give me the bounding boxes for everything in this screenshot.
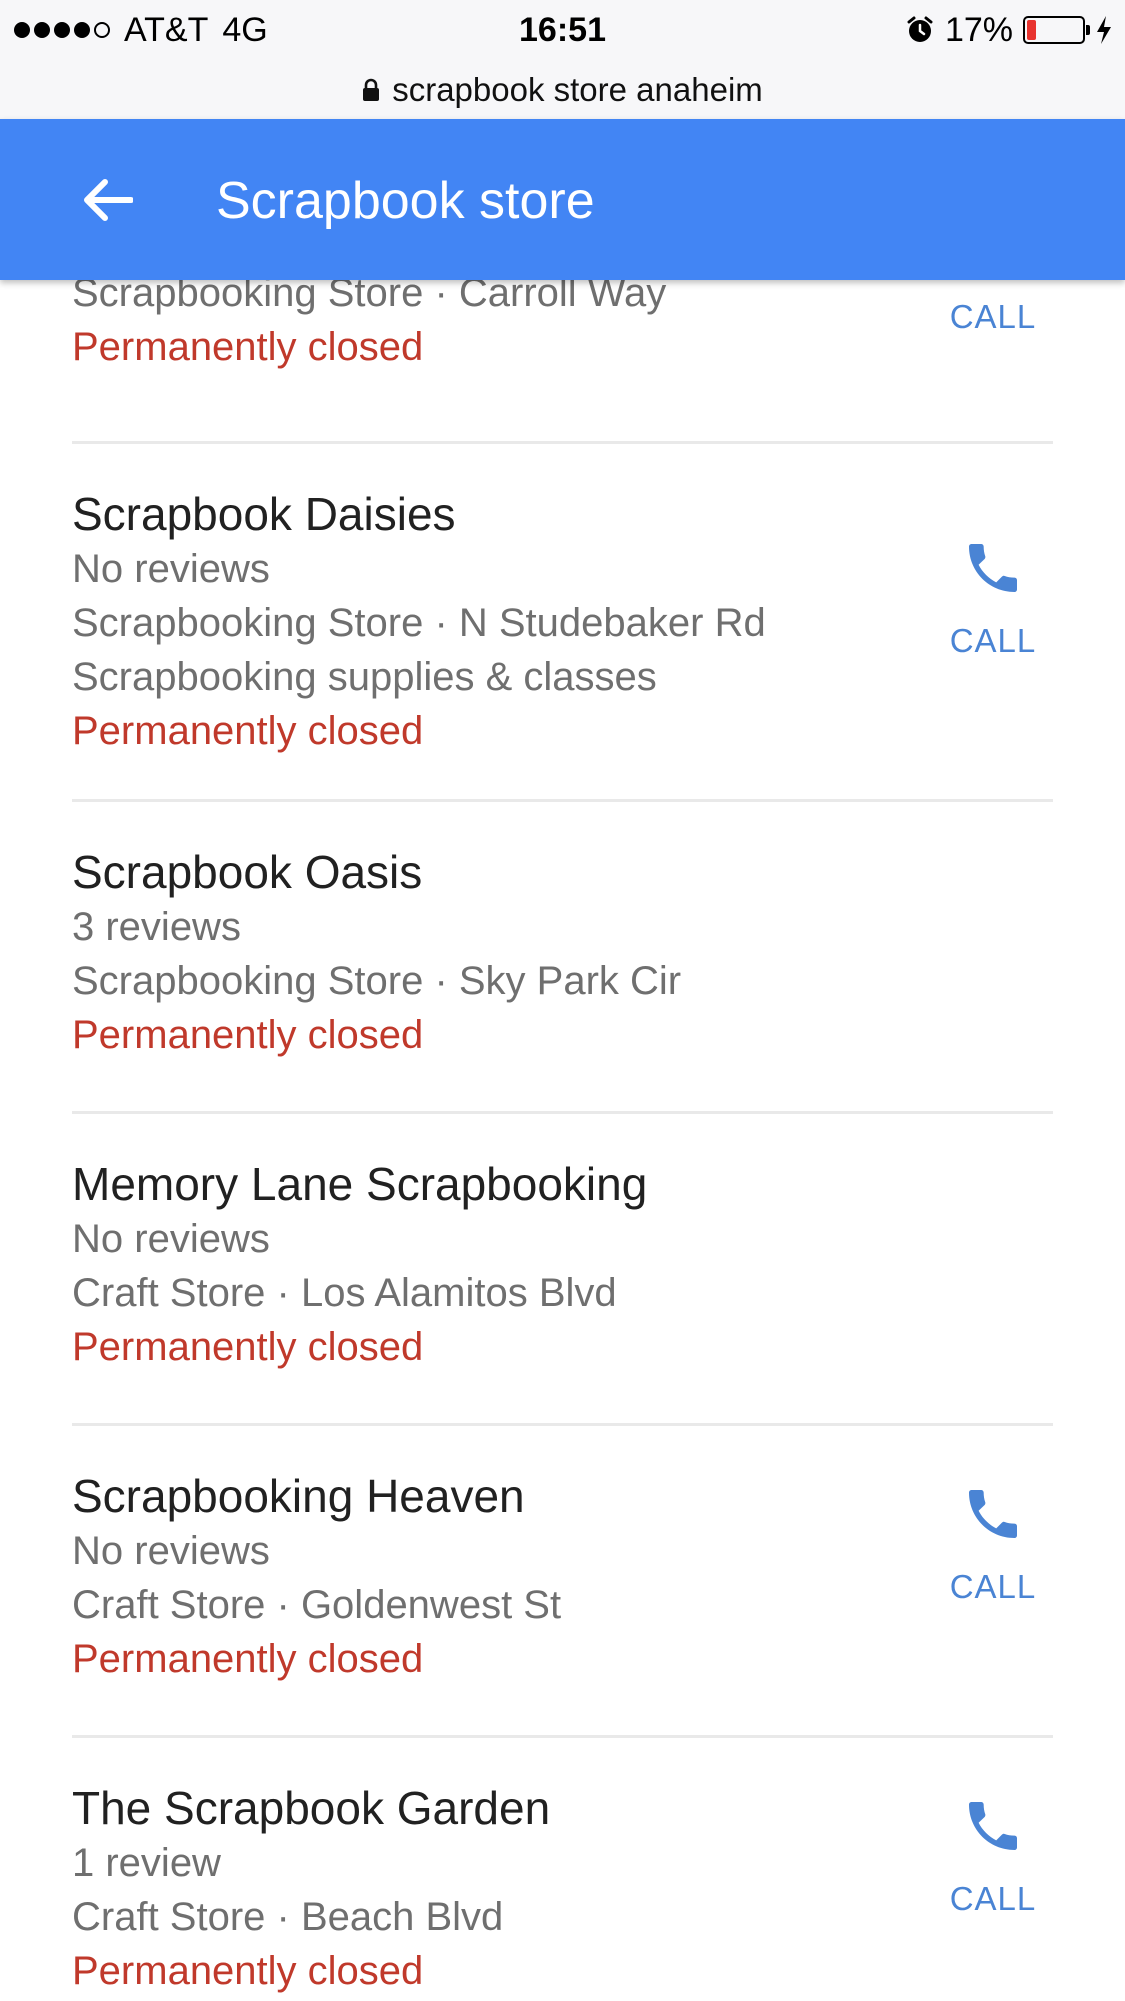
business-name: Scrapbook Oasis xyxy=(72,846,423,898)
list-item-info: Scrapbooking Store · Carroll Way Permane… xyxy=(72,280,892,374)
list-item-info: Scrapbook Daisies No reviews Scrapbookin… xyxy=(72,486,892,758)
status-right-group: 17% xyxy=(905,10,1113,50)
list-item-info: Memory Lane Scrapbooking No reviews Craf… xyxy=(72,1156,892,1374)
call-label: CALL xyxy=(949,1880,1037,1917)
business-category-address: Scrapbooking Store · N Studebaker Rd xyxy=(72,601,766,645)
status-closed: Permanently closed xyxy=(72,709,424,753)
business-category-address: Craft Store · Goldenwest St xyxy=(72,1583,562,1627)
review-count: No reviews xyxy=(72,1217,270,1261)
phone-icon xyxy=(969,1802,1017,1850)
list-item-info: Scrapbooking Heaven No reviews Craft Sto… xyxy=(72,1468,892,1686)
call-label: CALL xyxy=(949,1568,1037,1605)
back-button[interactable] xyxy=(72,165,142,235)
phone-icon xyxy=(969,544,1017,592)
list-item-info: Scrapbook Oasis 3 reviews Scrapbooking S… xyxy=(72,844,892,1062)
call-button[interactable]: CALL xyxy=(943,536,1043,660)
business-category-address: Craft Store · Beach Blvd xyxy=(72,1895,504,1939)
list-item[interactable]: Scrapbook Daisies No reviews Scrapbookin… xyxy=(72,444,1053,802)
battery-level-fill xyxy=(1027,20,1036,40)
call-button[interactable]: CALL xyxy=(943,1482,1043,1606)
call-label: CALL xyxy=(949,622,1037,659)
review-count: No reviews xyxy=(72,1529,270,1573)
battery-percent: 17% xyxy=(944,11,1013,49)
app-title: Scrapbook store xyxy=(216,172,595,230)
review-count: 1 review xyxy=(72,1841,221,1885)
list-item[interactable]: Scrapbooking Store · Carroll Way Permane… xyxy=(72,280,1053,444)
list-item[interactable]: The Scrapbook Garden 1 review Craft Stor… xyxy=(72,1738,1053,2001)
list-item-info: The Scrapbook Garden 1 review Craft Stor… xyxy=(72,1780,892,1998)
review-count: 3 reviews xyxy=(72,905,241,949)
alarm-icon xyxy=(907,16,933,42)
list-item[interactable]: Scrapbook Oasis 3 reviews Scrapbooking S… xyxy=(72,802,1053,1114)
arrow-left-icon xyxy=(84,179,133,221)
business-description: Scrapbooking supplies & classes xyxy=(72,655,657,699)
results-list: Scrapbooking Store · Carroll Way Permane… xyxy=(0,280,1125,2001)
call-button[interactable]: CALL xyxy=(943,298,1043,336)
phone-icon xyxy=(969,1490,1017,1538)
battery-icon xyxy=(1023,16,1090,44)
charging-bolt-icon xyxy=(1097,16,1111,44)
call-label: CALL xyxy=(949,298,1037,335)
address-bar[interactable]: scrapbook store anaheim xyxy=(0,60,1125,120)
status-closed: Permanently closed xyxy=(72,1013,424,1057)
lock-icon xyxy=(363,78,380,101)
business-category-address: Scrapbooking Store · Sky Park Cir xyxy=(72,959,682,1003)
business-name: Scrapbooking Heaven xyxy=(72,1470,525,1522)
status-closed: Permanently closed xyxy=(72,325,424,369)
review-count: No reviews xyxy=(72,547,270,591)
business-detail: Scrapbooking Store · Carroll Way xyxy=(72,280,667,315)
status-bar: AT&T 4G 16:51 17% xyxy=(0,0,1125,60)
app-bar: Scrapbook store xyxy=(0,119,1125,280)
business-name: Scrapbook Daisies xyxy=(72,488,456,540)
list-item[interactable]: Scrapbooking Heaven No reviews Craft Sto… xyxy=(72,1426,1053,1738)
business-category-address: Craft Store · Los Alamitos Blvd xyxy=(72,1271,617,1315)
url-text[interactable]: scrapbook store anaheim xyxy=(392,71,763,109)
business-name: The Scrapbook Garden xyxy=(72,1782,551,1834)
status-closed: Permanently closed xyxy=(72,1949,424,1993)
status-closed: Permanently closed xyxy=(72,1325,424,1369)
list-item[interactable]: Memory Lane Scrapbooking No reviews Craf… xyxy=(72,1114,1053,1426)
call-button[interactable]: CALL xyxy=(943,1794,1043,1918)
status-closed: Permanently closed xyxy=(72,1637,424,1681)
business-name: Memory Lane Scrapbooking xyxy=(72,1158,648,1210)
